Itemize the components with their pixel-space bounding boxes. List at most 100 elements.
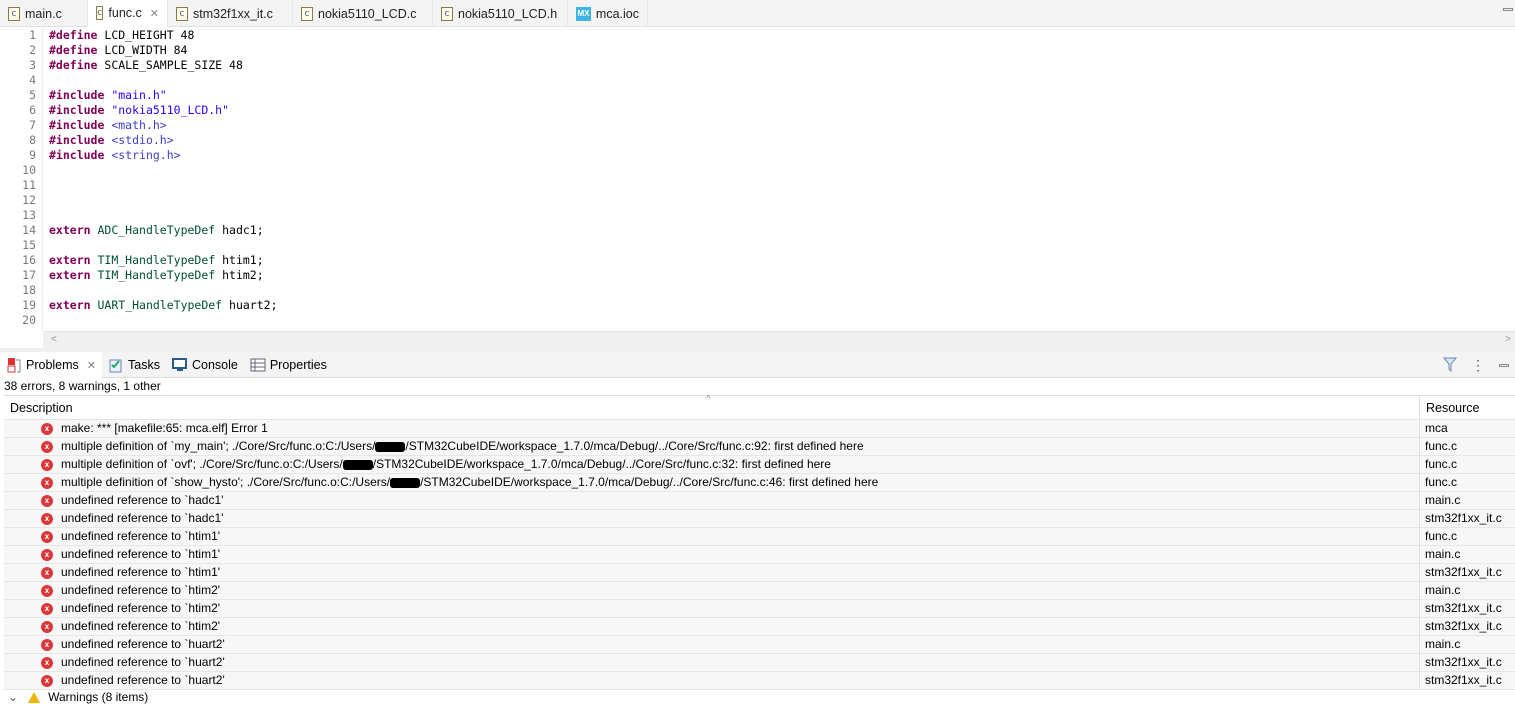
tab-label: Properties bbox=[269, 358, 327, 372]
editor-tab-stm32f1xx_it-c[interactable]: c stm32f1xx_it.c bbox=[168, 0, 293, 27]
problem-description: x multiple definition of `my_main'; ./Cor… bbox=[4, 438, 1420, 455]
error-icon: x bbox=[41, 458, 53, 471]
code-line: 5 #include "main.h" bbox=[0, 88, 167, 103]
code-token: #define bbox=[49, 58, 98, 72]
editor-tab-main-c[interactable]: c main.c bbox=[0, 0, 88, 27]
code-editor[interactable]: 1 #define LCD_HEIGHT 48 2 #define LCD_WIDTH… bbox=[0, 27, 1515, 331]
tab-label: Problems bbox=[26, 358, 79, 372]
problem-row[interactable]: x multiple definition of `my_main'; ./Cor… bbox=[4, 438, 1515, 456]
code-token: extern bbox=[49, 268, 91, 282]
minimize-panel-button[interactable] bbox=[1499, 363, 1509, 367]
problem-resource: func.c bbox=[1425, 475, 1458, 489]
problem-row[interactable]: x make: *** [makefile:65: mca.elf] Error … bbox=[4, 420, 1515, 438]
problem-message: multiple definition of `my_main'; ./Core… bbox=[61, 439, 376, 453]
filter-icon[interactable] bbox=[1442, 356, 1458, 375]
problem-row[interactable]: x undefined reference to `hadc1' main.c bbox=[4, 492, 1515, 510]
problem-row[interactable]: x undefined reference to `htim1' main.c bbox=[4, 546, 1515, 564]
code-line: 20 bbox=[0, 313, 36, 328]
code-line: 17 extern TIM_HandleTypeDef htim2; bbox=[0, 268, 264, 283]
expand-chevron-icon[interactable]: ⌄ bbox=[8, 690, 18, 704]
panel-tab-console[interactable]: Console bbox=[166, 352, 244, 378]
problem-resource: main.c bbox=[1425, 547, 1461, 561]
error-icon: x bbox=[41, 530, 53, 543]
problem-row[interactable]: x undefined reference to `htim1' stm32f1xx… bbox=[4, 564, 1515, 582]
editor-tab-nokia5110_LCD-c[interactable]: c nokia5110_LCD.c bbox=[293, 0, 433, 27]
code-token: #define bbox=[49, 28, 98, 42]
tab-label: Console bbox=[191, 358, 238, 372]
redacted-username bbox=[342, 459, 373, 470]
column-header-description[interactable]: Description ^ bbox=[4, 394, 1420, 419]
panel-tab-properties[interactable]: Properties bbox=[244, 352, 333, 378]
code-line: 10 bbox=[0, 163, 36, 178]
error-icon: x bbox=[41, 674, 53, 687]
editor-tab-bar: c main.c c func.c ✕ c stm32f1xx_it.c c nokia5110… bbox=[0, 0, 1515, 27]
problem-row[interactable]: x undefined reference to `huart2' stm32f1x… bbox=[4, 654, 1515, 672]
code-line: 6 #include "nokia5110_LCD.h" bbox=[0, 103, 229, 118]
problem-row[interactable]: x undefined reference to `huart2' main.c bbox=[4, 636, 1515, 654]
problem-resource: mca bbox=[1425, 421, 1448, 435]
panel-tab-problems[interactable]: Problems ✕ bbox=[0, 352, 103, 378]
view-menu-icon[interactable]: ⋮ bbox=[1471, 357, 1485, 374]
line-number: 3 bbox=[29, 58, 36, 72]
problem-row[interactable]: x multiple definition of `show_hysto'; ./… bbox=[4, 474, 1515, 492]
panel-tab-tasks[interactable]: Tasks bbox=[102, 352, 166, 378]
redacted-username bbox=[390, 477, 421, 488]
problem-message: undefined reference to `huart2' bbox=[61, 673, 225, 687]
code-line: 4 bbox=[0, 73, 36, 88]
problem-row[interactable]: x undefined reference to `htim2' main.c bbox=[4, 582, 1515, 600]
code-token: LCD_WIDTH 84 bbox=[97, 43, 188, 57]
problem-resource: stm32f1xx_it.c bbox=[1425, 673, 1502, 687]
error-icon: x bbox=[41, 584, 53, 597]
code-token: extern bbox=[49, 298, 91, 312]
line-number: 16 bbox=[22, 253, 36, 267]
problem-description: x undefined reference to `htim1' bbox=[4, 546, 1420, 563]
minimize-button[interactable] bbox=[1503, 8, 1513, 11]
editor-tab-mca-ioc[interactable]: MX mca.ioc bbox=[568, 0, 648, 27]
close-tab-icon[interactable]: ✕ bbox=[150, 7, 159, 20]
code-token: #include bbox=[49, 103, 105, 117]
tab-label: Tasks bbox=[128, 358, 160, 372]
code-token: <string.h> bbox=[111, 148, 181, 162]
problem-description: x undefined reference to `htim1' bbox=[4, 528, 1420, 545]
code-text: #include <math.h> bbox=[49, 118, 167, 133]
code-token: #include bbox=[49, 148, 105, 162]
code-line: 7 #include <math.h> bbox=[0, 118, 167, 133]
problem-row[interactable]: x undefined reference to `hadc1' stm32f1xx… bbox=[4, 510, 1515, 528]
code-line: 19 extern UART_HandleTypeDef huart2; bbox=[0, 298, 277, 313]
error-icon: x bbox=[41, 638, 53, 651]
close-tab-icon[interactable]: ✕ bbox=[87, 359, 96, 372]
problem-row[interactable]: x undefined reference to `htim1' func.c bbox=[4, 528, 1515, 546]
problems-icon bbox=[6, 357, 22, 373]
line-number: 14 bbox=[22, 223, 36, 237]
code-token: "main.h" bbox=[111, 88, 167, 102]
tab-label: main.c bbox=[25, 6, 62, 21]
code-token: <stdio.h> bbox=[111, 133, 174, 147]
problem-row[interactable]: x multiple definition of `ovf'; ./Core/Sr… bbox=[4, 456, 1515, 474]
warnings-group-row[interactable]: ⌄ Warnings (8 items) bbox=[4, 690, 1515, 704]
problem-message: undefined reference to `htim1' bbox=[61, 529, 221, 543]
editor-tab-nokia5110_LCD-h[interactable]: c nokia5110_LCD.h bbox=[433, 0, 568, 27]
problem-row[interactable]: x undefined reference to `huart2' stm32f1x… bbox=[4, 672, 1515, 690]
column-header-resource[interactable]: Resource bbox=[1420, 396, 1480, 419]
line-number: 17 bbox=[22, 268, 36, 282]
horizontal-scrollbar[interactable]: < > bbox=[43, 331, 1515, 348]
problem-description: x undefined reference to `hadc1' bbox=[4, 510, 1420, 527]
problems-table: Description ^ Resource x make: *** [makefi… bbox=[4, 394, 1515, 704]
code-token: TIM_HandleTypeDef bbox=[97, 253, 216, 267]
error-icon: x bbox=[41, 440, 53, 453]
problem-resource: stm32f1xx_it.c bbox=[1425, 619, 1502, 633]
line-number: 12 bbox=[22, 193, 36, 207]
code-line: 14 extern ADC_HandleTypeDef hadc1; bbox=[0, 223, 264, 238]
problem-resource: main.c bbox=[1425, 637, 1461, 651]
line-number: 1 bbox=[29, 28, 36, 42]
description-header-label: Description bbox=[10, 401, 73, 415]
code-token: TIM_HandleTypeDef bbox=[97, 268, 216, 282]
problem-message: undefined reference to `htim1' bbox=[61, 565, 221, 579]
line-number: 6 bbox=[29, 103, 36, 117]
editor-tab-func-c[interactable]: c func.c ✕ bbox=[88, 0, 168, 27]
problem-row[interactable]: x undefined reference to `htim2' stm32f1xx… bbox=[4, 618, 1515, 636]
problem-row[interactable]: x undefined reference to `htim2' stm32f1xx… bbox=[4, 600, 1515, 618]
code-text: extern TIM_HandleTypeDef htim1; bbox=[49, 253, 264, 268]
tab-label: stm32f1xx_it.c bbox=[193, 6, 273, 21]
problem-description: x make: *** [makefile:65: mca.elf] Error … bbox=[4, 420, 1420, 437]
